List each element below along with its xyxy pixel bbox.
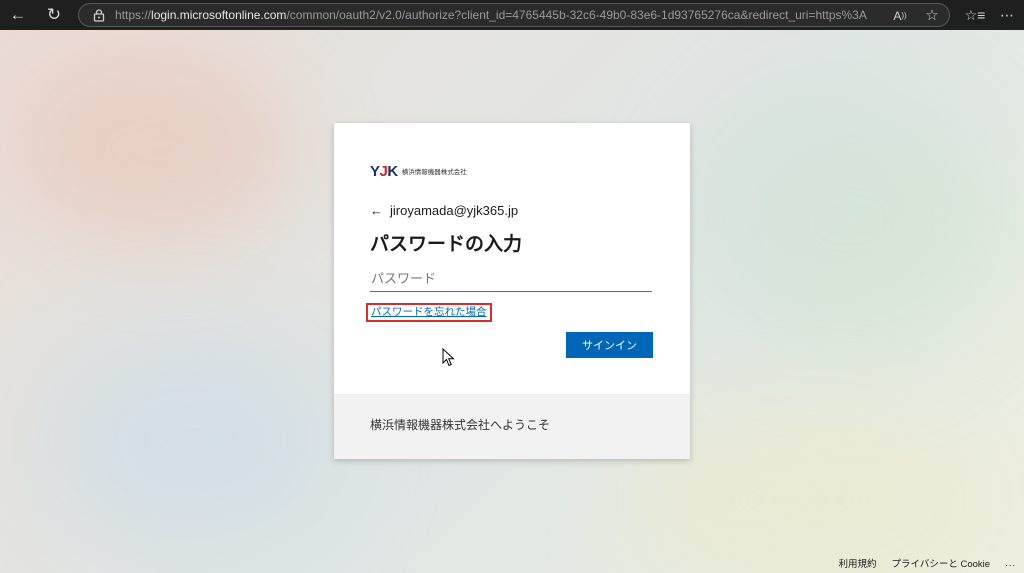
url-host: login.microsoftonline.com — [151, 8, 287, 22]
url-text[interactable]: https://login.microsoftonline.com/common… — [115, 4, 867, 26]
background-blob — [700, 90, 1000, 350]
logo-letter-k: K — [387, 162, 398, 180]
more-menu-icon[interactable]: ⋯ — [996, 4, 1018, 26]
address-bar[interactable]: https://login.microsoftonline.com/common… — [78, 3, 950, 27]
identity-banner[interactable]: ← jiroyamada@yjk365.jp — [370, 203, 518, 218]
signin-button[interactable]: サインイン — [566, 332, 653, 358]
welcome-text: 横浜情報機器株式会社へようこそ — [370, 418, 551, 432]
browser-toolbar: ← ↻ https://login.microsoftonline.com/co… — [0, 0, 1024, 30]
logo-company-name: 横浜情報機器株式会社 — [401, 169, 467, 176]
page-title: パスワードの入力 — [370, 234, 523, 255]
footer-more-icon[interactable]: ... — [1005, 558, 1016, 569]
password-input[interactable] — [370, 266, 652, 292]
logo-letter-y: Y — [370, 162, 380, 180]
privacy-cookie-link[interactable]: プライバシーと Cookie — [892, 556, 991, 570]
card-footer: 横浜情報機器株式会社へようこそ — [334, 394, 690, 459]
page-footer: 利用規約 プライバシーと Cookie ... — [839, 553, 1024, 573]
terms-link[interactable]: 利用規約 — [839, 556, 877, 570]
back-arrow-icon[interactable]: ← — [6, 4, 30, 26]
url-prefix: https:// — [115, 8, 152, 22]
forgot-password-link[interactable]: パスワードを忘れた場合 — [366, 303, 492, 322]
background-blob — [20, 50, 300, 250]
mouse-cursor-icon — [442, 348, 455, 367]
lock-icon[interactable] — [93, 9, 105, 22]
read-aloud-icon[interactable]: A)) — [891, 7, 909, 25]
url-path: /common/oauth2/v2.0/authorize?client_id=… — [286, 8, 867, 22]
identity-email: jiroyamada@yjk365.jp — [390, 203, 519, 218]
signin-card: YJK 横浜情報機器株式会社 ← jiroyamada@yjk365.jp パス… — [334, 123, 690, 459]
background-blob — [40, 330, 340, 550]
company-logo: YJK 横浜情報機器株式会社 — [370, 163, 467, 180]
favorites-icon[interactable]: ☆≡ — [964, 4, 986, 26]
reload-icon[interactable]: ↻ — [42, 4, 66, 26]
page-background: YJK 横浜情報機器株式会社 ← jiroyamada@yjk365.jp パス… — [0, 30, 1024, 573]
read-aloud-waves: )) — [901, 11, 907, 20]
logo-mark: YJK — [370, 163, 398, 180]
favorite-star-icon[interactable]: ☆ — [923, 7, 941, 25]
back-arrow-icon[interactable]: ← — [370, 203, 384, 218]
